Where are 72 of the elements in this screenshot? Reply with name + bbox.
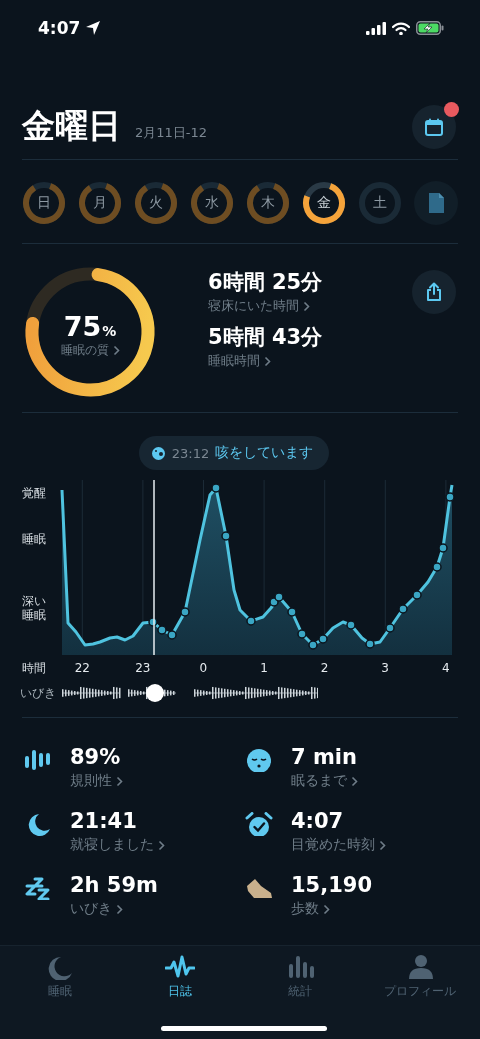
location-arrow-icon	[85, 20, 102, 36]
hour-label: 3	[380, 661, 390, 675]
calendar-icon	[424, 116, 444, 137]
day-ring[interactable]: 木	[246, 181, 290, 225]
tab[interactable]: 日誌	[120, 954, 240, 1000]
axis-title: 時間	[21, 659, 47, 677]
day-ring[interactable]: 金	[302, 181, 346, 225]
signal-icon	[366, 21, 386, 35]
stat-link[interactable]: 規則性	[70, 772, 123, 790]
chevron-icon	[112, 345, 120, 356]
sleepy-face-icon	[245, 748, 273, 772]
axis-label: 深い睡眠	[22, 594, 47, 622]
day-ring[interactable]: 月	[78, 181, 122, 225]
chevron-icon	[351, 775, 358, 787]
hour-label: 2	[319, 661, 330, 675]
quality-link[interactable]: 睡眠の質	[60, 342, 120, 359]
date-range: 2月11日-12	[135, 124, 208, 142]
duration-value: 5時間 43分	[208, 324, 324, 351]
chevron-icon	[264, 355, 271, 367]
shoe-icon	[245, 876, 273, 900]
stat-value: 4:07	[291, 808, 345, 834]
day-ring[interactable]: 日	[22, 181, 66, 225]
stat-link[interactable]: 歩数	[291, 900, 330, 918]
stat-value: 15,190	[291, 872, 373, 898]
playhead-handle[interactable]	[146, 684, 164, 702]
snore-label: いびき	[19, 684, 57, 702]
zzz-icon	[24, 876, 52, 900]
event-pill[interactable]: 23:12 咳をしています	[138, 436, 330, 470]
quality-percent: 75%	[63, 311, 117, 342]
stat-value: 89%	[70, 744, 122, 770]
stat-link[interactable]: 眠るまで	[291, 772, 358, 790]
stat-link[interactable]: 目覚めた時刻	[291, 836, 386, 854]
stat-value: 7 min	[291, 744, 358, 770]
chevron-icon	[323, 903, 330, 915]
day-title: 金曜日	[22, 105, 121, 147]
clock-time: 4:07	[38, 18, 81, 38]
axis-label: 覚醒	[22, 486, 47, 500]
chevron-icon	[116, 775, 123, 787]
share-button[interactable]	[412, 270, 456, 314]
duration-value: 6時間 25分	[208, 269, 324, 296]
chevron-icon	[116, 903, 123, 915]
bars-icon	[24, 748, 52, 772]
document-icon	[427, 192, 445, 214]
day-ring[interactable]: 土	[358, 181, 402, 225]
day-ring[interactable]: 火	[134, 181, 178, 225]
battery-charging-icon	[416, 21, 444, 35]
pulse-wave-icon	[165, 954, 195, 980]
share-icon	[425, 282, 443, 302]
hour-label: 4	[440, 661, 451, 675]
hour-label: 0	[198, 661, 209, 675]
hour-label: 23	[134, 661, 152, 675]
stat-value: 2h 59m	[70, 872, 158, 898]
metric-link[interactable]: 寝床にいた時間	[208, 297, 310, 315]
hour-label: 22	[73, 661, 91, 675]
wifi-icon	[392, 21, 410, 35]
calendar-button[interactable]	[412, 104, 456, 149]
hour-label: 1	[259, 661, 269, 675]
day-ring[interactable]: 水	[190, 181, 234, 225]
tab[interactable]: 睡眠	[0, 954, 120, 1000]
metric-link[interactable]: 睡眠時間	[208, 352, 271, 370]
chevron-icon	[303, 300, 310, 312]
cough-face-icon	[150, 445, 166, 461]
stat-link[interactable]: 就寝しました	[70, 836, 165, 854]
tab[interactable]: 統計	[240, 954, 360, 1000]
stat-link[interactable]: いびき	[70, 900, 123, 918]
stat-value: 21:41	[70, 808, 138, 834]
chevron-icon	[158, 839, 165, 851]
document-button[interactable]	[414, 181, 458, 225]
chevron-icon	[379, 839, 386, 851]
alarm-clock-icon	[245, 812, 273, 836]
axis-label: 睡眠	[22, 532, 47, 546]
tab[interactable]: プロフィール	[360, 954, 480, 1000]
